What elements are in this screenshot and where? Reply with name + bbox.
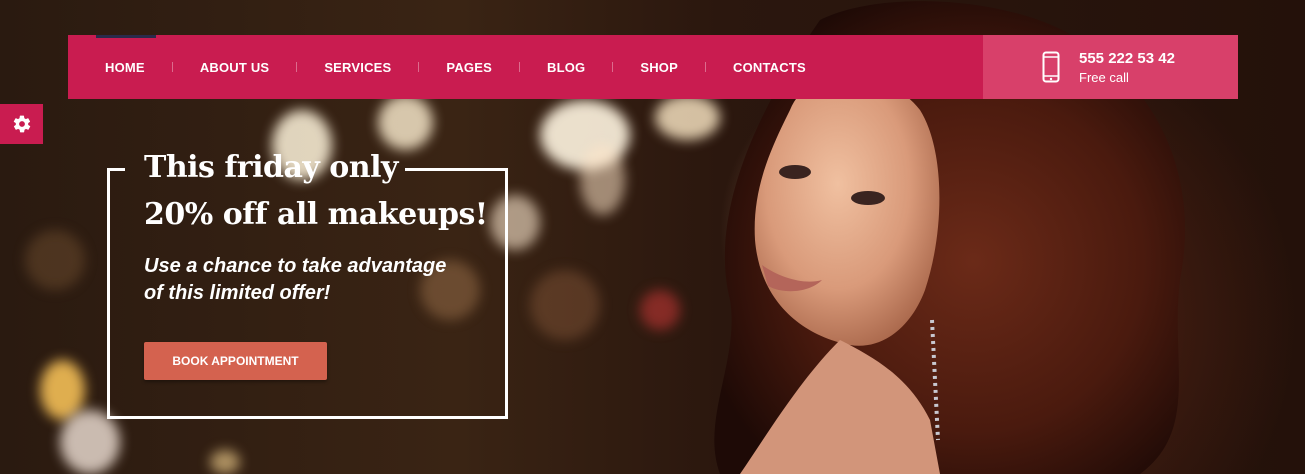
mobile-phone-icon: [1042, 51, 1060, 83]
promo-title-line-1: This friday only: [144, 150, 398, 185]
nav-item-shop[interactable]: SHOP: [640, 60, 678, 75]
nav-separator: [171, 62, 173, 72]
free-call-label: Free call: [1079, 69, 1129, 85]
settings-button[interactable]: [0, 104, 43, 144]
gear-icon: [13, 115, 30, 133]
promo-title-line-2: 20% off all makeups!: [144, 197, 488, 232]
nav-item-services[interactable]: SERVICES: [324, 60, 391, 75]
nav-separator: [418, 62, 420, 72]
contact-phone-box[interactable]: 555 222 53 42 Free call: [983, 35, 1238, 99]
nav-separator: [518, 62, 520, 72]
nav-item-blog[interactable]: BLOG: [547, 60, 585, 75]
promo-subtitle-line-1: Use a chance to take advantage: [144, 255, 447, 277]
nav-item-about-us[interactable]: ABOUT US: [200, 60, 270, 75]
promo-subtitle-line-2: of this limited offer!: [144, 282, 331, 304]
active-nav-indicator: [96, 35, 156, 38]
nav-list: HOME ABOUT US SERVICES PAGES BLOG SHOP C…: [68, 35, 806, 99]
nav-separator: [296, 62, 298, 72]
nav-item-home[interactable]: HOME: [105, 60, 145, 75]
book-appointment-button[interactable]: BOOK APPOINTMENT: [144, 342, 327, 380]
promo-subtitle: Use a chance to take advantage of this l…: [144, 253, 494, 307]
nav-item-contacts[interactable]: CONTACTS: [733, 60, 806, 75]
main-navigation: HOME ABOUT US SERVICES PAGES BLOG SHOP C…: [68, 35, 983, 99]
nav-separator: [705, 62, 706, 72]
nav-separator: [612, 62, 614, 72]
contact-text: 555 222 53 42 Free call: [1079, 49, 1175, 86]
promo-frame-top-left: [107, 168, 125, 171]
promo-title: This friday only 20% off all makeups!: [144, 144, 504, 238]
nav-item-pages[interactable]: PAGES: [446, 60, 492, 75]
phone-number: 555 222 53 42: [1079, 49, 1175, 67]
